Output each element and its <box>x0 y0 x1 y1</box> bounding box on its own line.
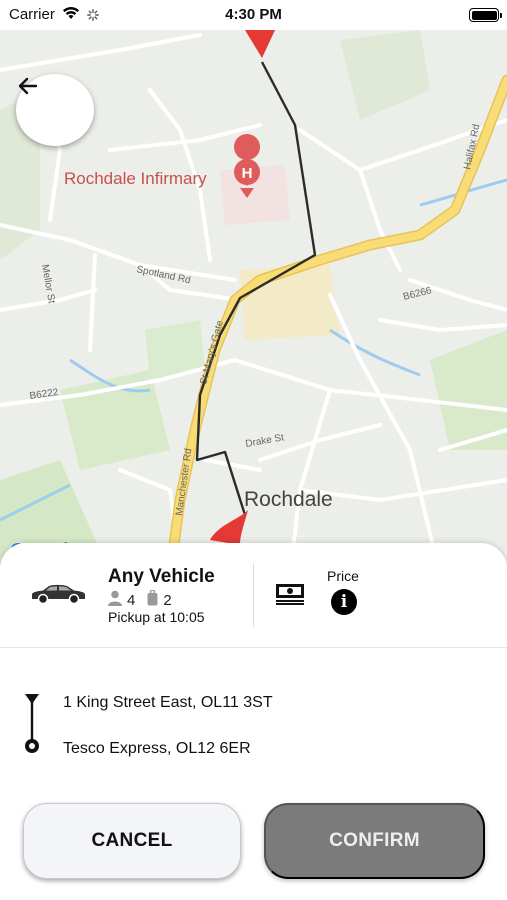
vehicle-option[interactable]: Any Vehicle 4 2 Pickup at 10:05 Price i <box>0 543 507 647</box>
pickup-address: 1 King Street East, OL11 3ST <box>63 694 273 711</box>
back-button[interactable] <box>16 74 94 146</box>
map-town-label: Rochdale <box>244 488 333 511</box>
luggage-icon <box>147 589 158 610</box>
dropoff-address: Tesco Express, OL12 6ER <box>63 740 251 757</box>
pickup-time: Pickup at 10:05 <box>108 609 205 625</box>
money-icon <box>276 584 304 605</box>
divider <box>253 563 254 627</box>
passenger-count: 4 <box>127 591 136 609</box>
luggage-count: 2 <box>163 591 172 609</box>
battery-icon <box>469 8 502 22</box>
route-summary: 1 King Street East, OL11 3ST Tesco Expre… <box>0 648 507 758</box>
arrow-left-icon <box>18 77 38 95</box>
status-bar: Carrier 4:30 PM <box>0 0 507 30</box>
car-icon <box>32 584 85 605</box>
booking-sheet: Any Vehicle 4 2 Pickup at 10:05 Price i <box>0 543 507 900</box>
vehicle-name: Any Vehicle <box>108 566 215 587</box>
price-label: Price <box>327 568 359 584</box>
clock: 4:30 PM <box>225 6 282 23</box>
vehicle-capacity: 4 2 <box>108 589 184 610</box>
map-poi-label: Rochdale Infirmary <box>64 169 207 188</box>
person-icon <box>108 590 122 610</box>
svg-text:H: H <box>242 165 253 182</box>
map-view[interactable]: H Rochdale Infirmary Rochdale Spotland R… <box>0 30 507 575</box>
info-icon[interactable]: i <box>331 589 357 615</box>
confirm-button[interactable]: CONFIRM <box>264 803 485 879</box>
cancel-button[interactable]: CANCEL <box>23 803 241 879</box>
route-line-icon <box>25 694 39 753</box>
